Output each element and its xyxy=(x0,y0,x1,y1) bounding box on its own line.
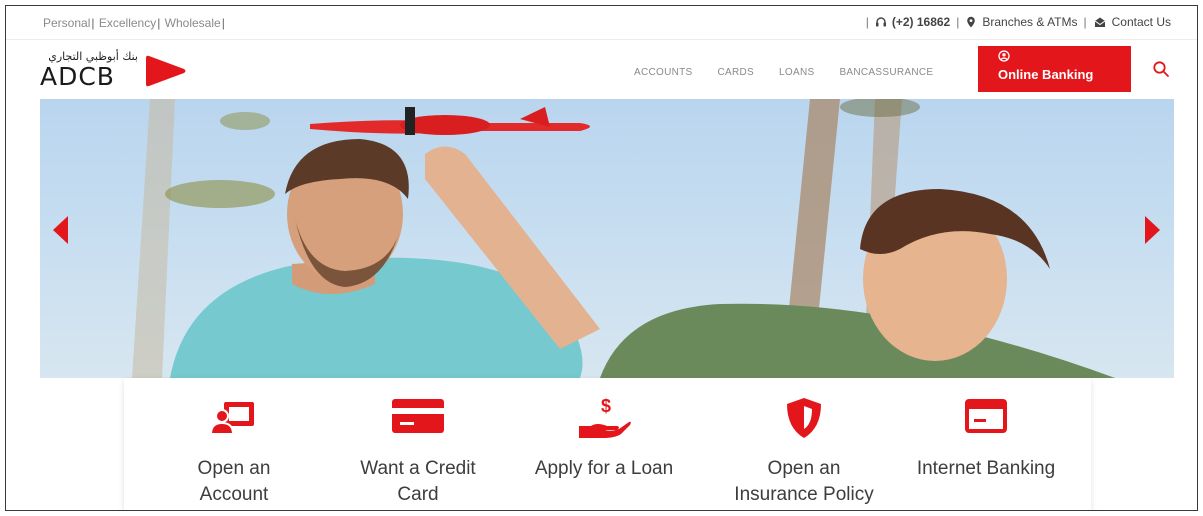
contact-label: Contact Us xyxy=(1111,15,1171,29)
user-circle-icon xyxy=(998,50,1010,62)
top-utility-bar: Personal| Excellency| Wholesale| | (+2) … xyxy=(6,6,1197,40)
quick-link-label: Open an Account xyxy=(144,456,324,508)
segment-links: Personal| Excellency| Wholesale| xyxy=(43,16,226,30)
carousel-next-button[interactable] xyxy=(1143,214,1163,246)
loan-hand-icon: $ xyxy=(579,396,631,438)
contact-link[interactable]: Contact Us xyxy=(1093,15,1171,29)
envelope-icon xyxy=(1094,17,1105,27)
nav-item-accounts[interactable]: ACCOUNTS xyxy=(634,67,693,78)
label-line: Account xyxy=(199,484,269,505)
nav-item-loans[interactable]: LOANS xyxy=(779,67,814,78)
label-line: Internet Banking xyxy=(916,458,1056,479)
divider: | xyxy=(221,16,225,30)
online-banking-button[interactable]: Online Banking xyxy=(978,46,1131,92)
adcb-logo[interactable]: بنك أبوظبي التجاري ADCB xyxy=(40,48,190,92)
quick-link-insurance[interactable]: Open an Insurance Policy xyxy=(714,378,894,510)
label-line: Open an xyxy=(197,458,271,479)
segment-link-excellency[interactable]: Excellency xyxy=(99,16,156,30)
label-line: Apply for a Loan xyxy=(534,458,674,479)
quick-link-label: Internet Banking xyxy=(896,456,1076,482)
shield-icon xyxy=(787,398,821,438)
logo-text: ADCB xyxy=(40,62,115,91)
divider: | xyxy=(956,15,960,29)
carousel-prev-button[interactable] xyxy=(50,214,70,246)
credit-card-icon xyxy=(392,399,444,433)
divider: | xyxy=(865,15,869,29)
page-frame: Personal| Excellency| Wholesale| | (+2) … xyxy=(5,5,1198,511)
phone-link[interactable]: (+2) 16862 xyxy=(875,15,950,29)
main-header: بنك أبوظبي التجاري ADCB ACCOUNTS CARDS L… xyxy=(6,40,1197,100)
utility-links: | (+2) 16862 | Branches & ATMs | Contact… xyxy=(860,15,1171,29)
search-icon[interactable] xyxy=(1152,60,1170,78)
logo-arrow-mark-icon xyxy=(146,55,186,87)
account-icon xyxy=(210,402,254,435)
nav-item-cards[interactable]: CARDS xyxy=(718,67,755,78)
label-line: Card xyxy=(397,484,439,505)
nav-item-bancassurance[interactable]: BANCASSURANCE xyxy=(839,67,933,78)
online-banking-label: Online Banking xyxy=(998,67,1094,82)
svg-text:$: $ xyxy=(601,396,611,416)
map-pin-icon xyxy=(967,16,976,28)
headset-icon xyxy=(875,17,886,27)
quick-link-apply-loan[interactable]: $ Apply for a Loan xyxy=(514,378,694,510)
label-line: Insurance Policy xyxy=(734,484,874,505)
segment-link-wholesale[interactable]: Wholesale xyxy=(165,16,221,30)
branches-label: Branches & ATMs xyxy=(982,15,1078,29)
hero-image xyxy=(132,99,1115,378)
internet-banking-icon xyxy=(965,399,1007,433)
branches-link[interactable]: Branches & ATMs xyxy=(965,15,1078,29)
divider: | xyxy=(91,16,95,30)
quick-links-panel: Open an Account Want a Credit Card $ App… xyxy=(124,378,1091,510)
phone-number: (+2) 16862 xyxy=(891,15,951,29)
divider: | xyxy=(1083,15,1087,29)
segment-link-personal[interactable]: Personal xyxy=(43,16,90,30)
quick-link-credit-card[interactable]: Want a Credit Card xyxy=(328,378,508,510)
label-line: Open an xyxy=(767,458,841,479)
quick-link-label: Apply for a Loan xyxy=(514,456,694,482)
label-line: Want a Credit xyxy=(360,458,476,479)
main-nav: ACCOUNTS CARDS LOANS BANCASSURANCE xyxy=(634,67,958,78)
quick-link-internet-banking[interactable]: Internet Banking xyxy=(896,378,1076,510)
quick-link-label: Open an Insurance Policy xyxy=(714,456,894,508)
divider: | xyxy=(157,16,161,30)
quick-link-open-account[interactable]: Open an Account xyxy=(144,378,324,510)
hero-banner xyxy=(40,99,1174,378)
quick-link-label: Want a Credit Card xyxy=(328,456,508,508)
